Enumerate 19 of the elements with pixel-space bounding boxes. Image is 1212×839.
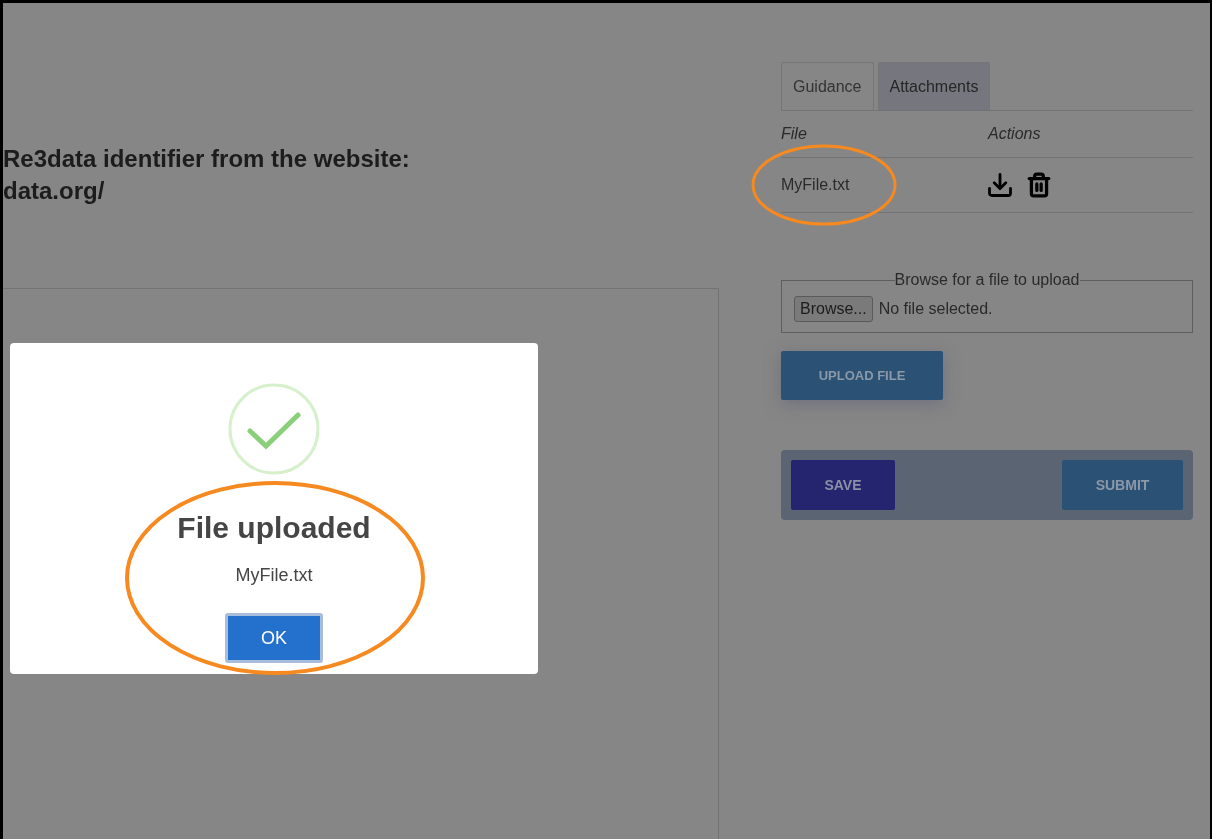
column-header: Actions bbox=[988, 124, 1041, 144]
tab[interactable]: Attachments bbox=[877, 62, 991, 110]
dialog-title: File uploaded bbox=[177, 510, 371, 546]
file-status: No file selected. bbox=[878, 299, 993, 319]
save-button[interactable]: SAVE bbox=[791, 460, 895, 510]
ok-button[interactable]: OK bbox=[225, 613, 323, 663]
file-name: MyFile.txt bbox=[781, 175, 851, 195]
tab[interactable]: Guidance bbox=[781, 62, 874, 110]
question-heading: Re3data identifier from the website: bbox=[3, 144, 411, 174]
question-heading: data.org/ bbox=[3, 176, 106, 206]
column-header: File bbox=[781, 124, 808, 144]
submit-button[interactable]: SUBMIT bbox=[1062, 460, 1183, 510]
dialog-message: MyFile.txt bbox=[235, 564, 313, 587]
check-circle-icon bbox=[228, 383, 320, 475]
upload-file-button[interactable]: UPLOAD FILE bbox=[781, 351, 943, 400]
download-icon[interactable] bbox=[986, 171, 1014, 199]
fieldset-legend: Browse for a file to upload bbox=[894, 268, 1080, 292]
trash-icon[interactable] bbox=[1026, 172, 1052, 198]
browse-button[interactable]: Browse... bbox=[794, 296, 873, 322]
